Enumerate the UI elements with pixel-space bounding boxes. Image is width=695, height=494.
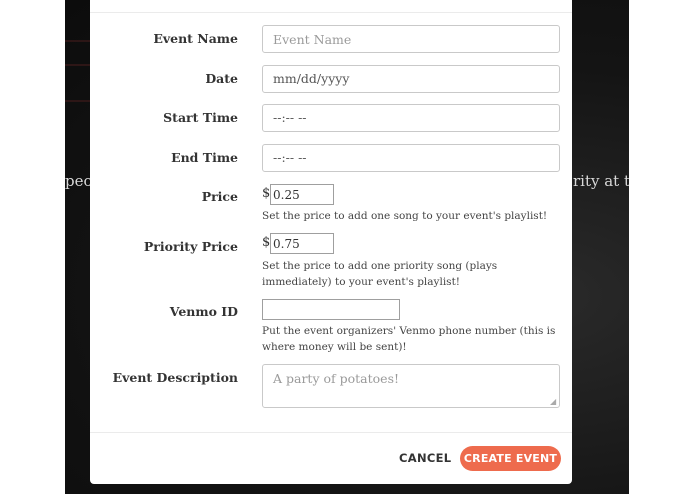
backdrop-streak bbox=[65, 64, 90, 66]
venmo-id-help: Put the event organizers' Venmo phone nu… bbox=[262, 325, 556, 353]
priority-price-label: Priority Price bbox=[143, 239, 238, 254]
textarea-resize-handle-icon[interactable]: ◢ bbox=[550, 398, 558, 406]
page-margin-right bbox=[629, 0, 695, 494]
venmo-id-input[interactable] bbox=[262, 299, 400, 320]
date-label: Date bbox=[205, 71, 238, 86]
price-label: Price bbox=[201, 189, 238, 204]
price-help: Set the price to add one song to your ev… bbox=[262, 210, 548, 222]
date-input[interactable]: mm/dd/yyyy bbox=[262, 65, 560, 93]
end-time-placeholder: --:-- -- bbox=[273, 150, 307, 165]
event-description-textarea[interactable] bbox=[262, 364, 560, 408]
backdrop-streak bbox=[65, 40, 90, 42]
event-description-label: Event Description bbox=[112, 370, 238, 385]
date-placeholder: mm/dd/yyyy bbox=[273, 71, 350, 86]
priority-price-help: Set the price to add one priority song (… bbox=[262, 260, 498, 288]
backdrop-streak bbox=[65, 100, 90, 102]
create-event-modal: Event Name Date mm/dd/yyyy Start Time --… bbox=[90, 0, 572, 484]
event-name-label: Event Name bbox=[153, 31, 238, 46]
venmo-id-label: Venmo ID bbox=[169, 304, 238, 319]
start-time-label: Start Time bbox=[163, 110, 238, 125]
priority-price-input[interactable] bbox=[270, 233, 334, 254]
end-time-label: End Time bbox=[171, 150, 238, 165]
price-input[interactable] bbox=[270, 184, 334, 205]
page-margin-left bbox=[0, 0, 65, 494]
start-time-input[interactable]: --:-- -- bbox=[262, 104, 560, 132]
cancel-button[interactable]: CANCEL bbox=[389, 447, 461, 469]
backdrop-text-right: rity at th bbox=[573, 172, 629, 190]
screen: peop rity at th Event Name Date mm/dd/yy… bbox=[0, 0, 695, 494]
start-time-placeholder: --:-- -- bbox=[273, 110, 307, 125]
modal-divider-bottom bbox=[90, 432, 572, 433]
event-name-input[interactable] bbox=[262, 25, 560, 53]
end-time-input[interactable]: --:-- -- bbox=[262, 144, 560, 172]
create-event-button[interactable]: CREATE EVENT bbox=[460, 446, 561, 471]
backdrop-text-left: peop bbox=[65, 172, 90, 190]
modal-divider-top bbox=[90, 12, 572, 13]
